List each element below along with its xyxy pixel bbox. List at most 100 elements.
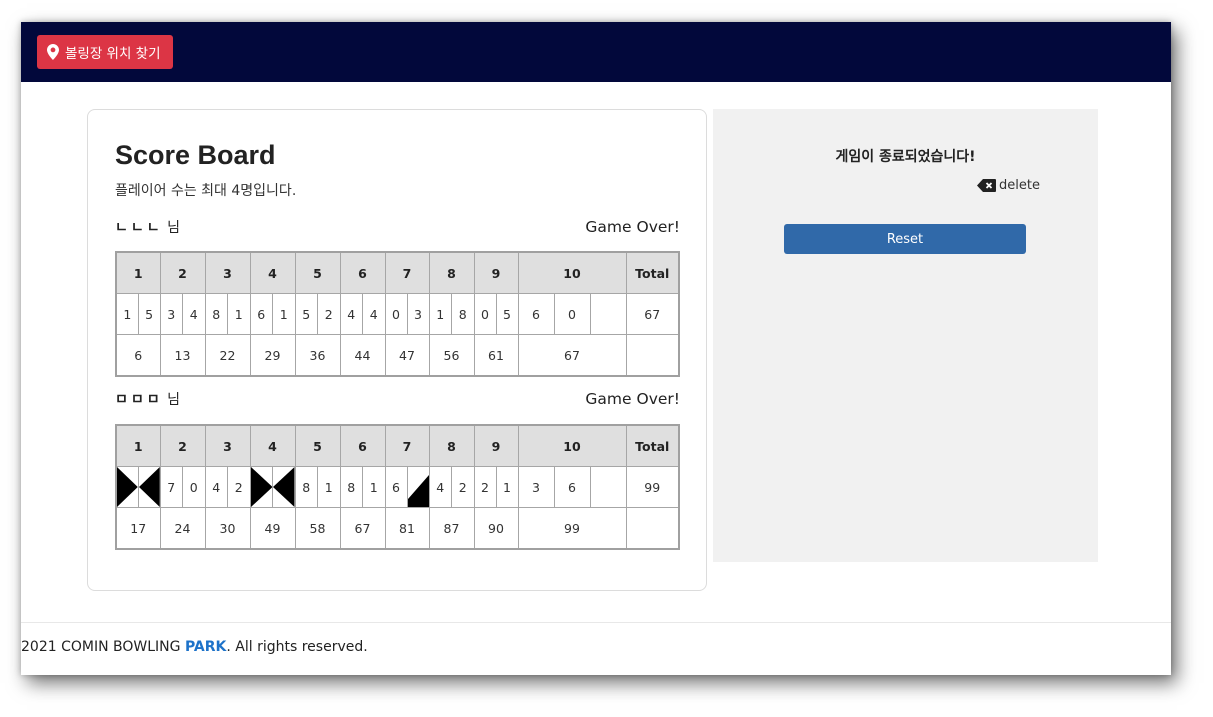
frame-header: 10 <box>517 424 627 467</box>
frame-header: 4 <box>249 251 296 294</box>
total-score: 99 <box>625 466 680 508</box>
game-status: Game Over! <box>585 390 680 408</box>
roll-value: 5 <box>137 294 160 334</box>
strike-mark <box>117 467 138 507</box>
frame-header: 2 <box>159 251 206 294</box>
roll-value: 1 <box>123 306 132 322</box>
frame-rolls: 81 <box>294 466 341 508</box>
frame-rolls: 15 <box>115 293 161 335</box>
roll-value <box>589 294 626 334</box>
frame-rolls: 61 <box>249 293 296 335</box>
roll-value: 8 <box>347 479 356 495</box>
cumulative-score: 29 <box>249 334 296 377</box>
roll-value: 0 <box>392 306 400 322</box>
roll-value: 1 <box>362 467 385 507</box>
strike-mark <box>137 467 160 507</box>
delete-label: delete <box>999 178 1040 193</box>
cumulative-score: 22 <box>204 334 251 377</box>
cumulative-score: 81 <box>384 507 430 550</box>
cumulative-score: 49 <box>249 507 296 550</box>
score-table: 1 2 3 4 5 6 7 8 9 10 Total 7 0 4 2 8 1 8 1 6 4 2 2 1 3 6 99 17 24 30 4… <box>115 424 680 550</box>
frame-header: 3 <box>204 424 251 467</box>
roll-value: 1 <box>436 306 445 322</box>
frame-rolls: 81 <box>339 466 386 508</box>
strike-mark <box>272 467 295 507</box>
frame-rolls: 81 <box>204 293 251 335</box>
roll-value: 2 <box>317 294 340 334</box>
frame-rolls: 42 <box>204 466 251 508</box>
roll-value: 1 <box>272 294 295 334</box>
frame-header: 9 <box>473 251 519 294</box>
cumulative-score: 13 <box>159 334 206 377</box>
frame-header: 1 <box>115 251 161 294</box>
frame-header: 6 <box>339 251 386 294</box>
control-panel: 게임이 종료되었습니다! delete Reset <box>713 109 1098 562</box>
cumulative-score: 36 <box>294 334 341 377</box>
footer-brand-link[interactable]: PARK <box>185 639 226 655</box>
roll-value: 6 <box>553 467 590 507</box>
frame-header: 5 <box>294 251 341 294</box>
roll-value: 5 <box>495 294 518 334</box>
cumulative-score: 67 <box>339 507 386 550</box>
app-window: 볼링장 위치 찾기 Score Board 플레이어 수는 최대 4명입니다. … <box>21 22 1171 675</box>
roll-value: 4 <box>212 479 221 495</box>
roll-value: 4 <box>362 294 385 334</box>
roll-value: 0 <box>481 306 489 322</box>
roll-value: 3 <box>532 479 540 495</box>
player-name-suffix: 님 <box>167 392 180 408</box>
frame-header: 5 <box>294 424 341 467</box>
frame-rolls: 52 <box>294 293 341 335</box>
backspace-icon <box>977 179 996 192</box>
frame-rolls: 03 <box>384 293 430 335</box>
player-name-value: ㄴㄴㄴ <box>115 220 163 236</box>
frame-header: 8 <box>428 424 475 467</box>
total-score: 67 <box>625 293 680 335</box>
roll-value: 6 <box>392 479 400 495</box>
game-status: Game Over! <box>585 218 680 236</box>
frame-header: 3 <box>204 251 251 294</box>
cumulative-score: 58 <box>294 507 341 550</box>
cumulative-score: 67 <box>517 334 627 377</box>
roll-value: 5 <box>302 306 311 322</box>
score-table: 1 2 3 4 5 6 7 8 9 10 Total 1 5 3 4 8 1 6 1 5 2 4 4 0 3 1 8 0 5 6 0 67 6 1… <box>115 251 680 377</box>
frame-rolls: 36 <box>517 466 627 508</box>
frame-header: 9 <box>473 424 519 467</box>
roll-value: 2 <box>481 479 489 495</box>
frame-header: 6 <box>339 424 386 467</box>
cumulative-score: 61 <box>473 334 519 377</box>
footer: 2021 COMIN BOWLING PARK. All rights rese… <box>21 639 368 655</box>
frame-rolls: 70 <box>159 466 206 508</box>
top-navbar: 볼링장 위치 찾기 <box>21 22 1171 82</box>
roll-value: 8 <box>212 306 221 322</box>
roll-value: 6 <box>532 306 540 322</box>
frame-rolls: 05 <box>473 293 519 335</box>
total-header: Total <box>625 424 680 467</box>
player-header: ㄴㄴㄴ 님 Game Over! <box>115 216 680 238</box>
find-bowling-alley-label: 볼링장 위치 찾기 <box>65 46 161 62</box>
player-name-value: ㅁㅁㅁ <box>115 392 163 408</box>
roll-value: 0 <box>182 467 205 507</box>
frame-header: 7 <box>384 251 430 294</box>
roll-value <box>589 467 626 507</box>
roll-value: 3 <box>167 306 176 322</box>
cumulative-score: 44 <box>339 334 386 377</box>
cumulative-score: 24 <box>159 507 206 550</box>
frame-rolls: 6 <box>384 466 430 508</box>
game-over-message: 게임이 종료되었습니다! <box>835 149 976 165</box>
map-pin-icon <box>47 44 59 60</box>
frame-rolls: 34 <box>159 293 206 335</box>
scoreboard-subtitle: 플레이어 수는 최대 4명입니다. <box>115 183 297 199</box>
delete-button[interactable]: delete <box>977 178 1040 193</box>
roll-value: 6 <box>257 306 266 322</box>
player-header: ㅁㅁㅁ 님 Game Over! <box>115 388 680 410</box>
cumulative-score: 47 <box>384 334 430 377</box>
roll-value: 8 <box>451 294 474 334</box>
find-bowling-alley-button[interactable]: 볼링장 위치 찾기 <box>37 35 173 69</box>
reset-button[interactable]: Reset <box>784 224 1026 254</box>
roll-value: 4 <box>436 479 445 495</box>
total-header: Total <box>625 251 680 294</box>
frame-header: 2 <box>159 424 206 467</box>
scoreboard-title: Score Board <box>115 140 276 170</box>
player-name: ㅁㅁㅁ 님 <box>115 389 180 409</box>
empty-total-cell <box>625 334 680 377</box>
